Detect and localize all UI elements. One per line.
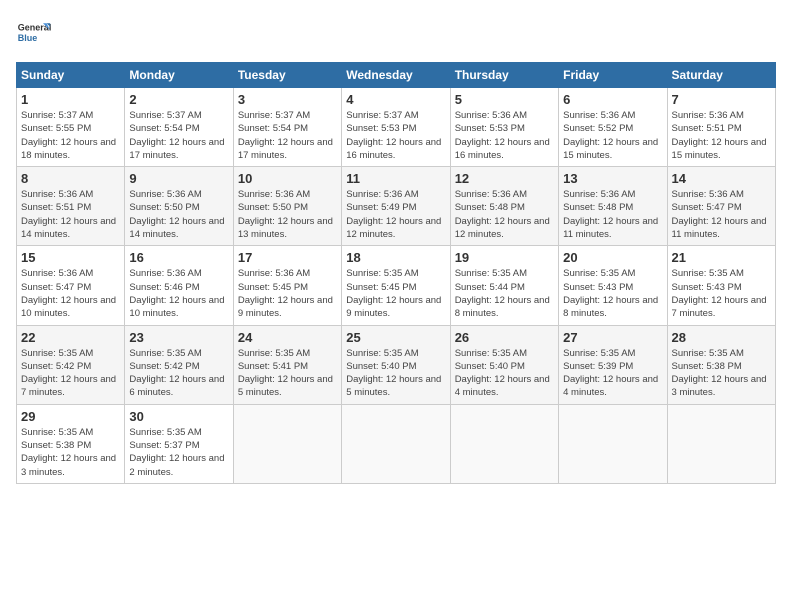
day-number: 24 bbox=[238, 330, 337, 345]
day-number: 27 bbox=[563, 330, 662, 345]
day-number: 10 bbox=[238, 171, 337, 186]
calendar-empty-cell bbox=[667, 404, 775, 483]
calendar-day-6: 6Sunrise: 5:36 AMSunset: 5:52 PMDaylight… bbox=[559, 88, 667, 167]
calendar-day-7: 7Sunrise: 5:36 AMSunset: 5:51 PMDaylight… bbox=[667, 88, 775, 167]
calendar-week-2: 8Sunrise: 5:36 AMSunset: 5:51 PMDaylight… bbox=[17, 167, 776, 246]
day-number: 7 bbox=[672, 92, 771, 107]
calendar-day-26: 26Sunrise: 5:35 AMSunset: 5:40 PMDayligh… bbox=[450, 325, 558, 404]
column-header-friday: Friday bbox=[559, 63, 667, 88]
svg-text:Blue: Blue bbox=[18, 33, 38, 43]
calendar-day-29: 29Sunrise: 5:35 AMSunset: 5:38 PMDayligh… bbox=[17, 404, 125, 483]
calendar-week-4: 22Sunrise: 5:35 AMSunset: 5:42 PMDayligh… bbox=[17, 325, 776, 404]
day-number: 8 bbox=[21, 171, 120, 186]
calendar-day-1: 1Sunrise: 5:37 AMSunset: 5:55 PMDaylight… bbox=[17, 88, 125, 167]
calendar-day-5: 5Sunrise: 5:36 AMSunset: 5:53 PMDaylight… bbox=[450, 88, 558, 167]
calendar-day-2: 2Sunrise: 5:37 AMSunset: 5:54 PMDaylight… bbox=[125, 88, 233, 167]
calendar-day-18: 18Sunrise: 5:35 AMSunset: 5:45 PMDayligh… bbox=[342, 246, 450, 325]
day-number: 4 bbox=[346, 92, 445, 107]
day-number: 23 bbox=[129, 330, 228, 345]
calendar-day-20: 20Sunrise: 5:35 AMSunset: 5:43 PMDayligh… bbox=[559, 246, 667, 325]
day-number: 15 bbox=[21, 250, 120, 265]
day-number: 30 bbox=[129, 409, 228, 424]
day-number: 19 bbox=[455, 250, 554, 265]
day-number: 9 bbox=[129, 171, 228, 186]
calendar-empty-cell bbox=[559, 404, 667, 483]
calendar-day-23: 23Sunrise: 5:35 AMSunset: 5:42 PMDayligh… bbox=[125, 325, 233, 404]
calendar-week-1: 1Sunrise: 5:37 AMSunset: 5:55 PMDaylight… bbox=[17, 88, 776, 167]
day-number: 28 bbox=[672, 330, 771, 345]
day-number: 17 bbox=[238, 250, 337, 265]
day-number: 3 bbox=[238, 92, 337, 107]
day-number: 13 bbox=[563, 171, 662, 186]
calendar-table: SundayMondayTuesdayWednesdayThursdayFrid… bbox=[16, 62, 776, 484]
day-number: 25 bbox=[346, 330, 445, 345]
day-number: 12 bbox=[455, 171, 554, 186]
day-number: 22 bbox=[21, 330, 120, 345]
column-header-wednesday: Wednesday bbox=[342, 63, 450, 88]
column-header-tuesday: Tuesday bbox=[233, 63, 341, 88]
calendar-empty-cell bbox=[450, 404, 558, 483]
calendar-day-22: 22Sunrise: 5:35 AMSunset: 5:42 PMDayligh… bbox=[17, 325, 125, 404]
logo-icon: General Blue bbox=[16, 16, 52, 52]
calendar-day-3: 3Sunrise: 5:37 AMSunset: 5:54 PMDaylight… bbox=[233, 88, 341, 167]
column-header-sunday: Sunday bbox=[17, 63, 125, 88]
calendar-day-27: 27Sunrise: 5:35 AMSunset: 5:39 PMDayligh… bbox=[559, 325, 667, 404]
day-number: 2 bbox=[129, 92, 228, 107]
day-number: 5 bbox=[455, 92, 554, 107]
day-number: 21 bbox=[672, 250, 771, 265]
day-number: 26 bbox=[455, 330, 554, 345]
day-number: 18 bbox=[346, 250, 445, 265]
day-number: 14 bbox=[672, 171, 771, 186]
calendar-empty-cell bbox=[233, 404, 341, 483]
day-number: 20 bbox=[563, 250, 662, 265]
column-header-saturday: Saturday bbox=[667, 63, 775, 88]
day-number: 29 bbox=[21, 409, 120, 424]
calendar-day-15: 15Sunrise: 5:36 AMSunset: 5:47 PMDayligh… bbox=[17, 246, 125, 325]
logo: General Blue bbox=[16, 16, 52, 52]
calendar-day-28: 28Sunrise: 5:35 AMSunset: 5:38 PMDayligh… bbox=[667, 325, 775, 404]
calendar-day-12: 12Sunrise: 5:36 AMSunset: 5:48 PMDayligh… bbox=[450, 167, 558, 246]
calendar-day-8: 8Sunrise: 5:36 AMSunset: 5:51 PMDaylight… bbox=[17, 167, 125, 246]
calendar-day-10: 10Sunrise: 5:36 AMSunset: 5:50 PMDayligh… bbox=[233, 167, 341, 246]
calendar-week-3: 15Sunrise: 5:36 AMSunset: 5:47 PMDayligh… bbox=[17, 246, 776, 325]
calendar-day-30: 30Sunrise: 5:35 AMSunset: 5:37 PMDayligh… bbox=[125, 404, 233, 483]
calendar-day-21: 21Sunrise: 5:35 AMSunset: 5:43 PMDayligh… bbox=[667, 246, 775, 325]
calendar-day-16: 16Sunrise: 5:36 AMSunset: 5:46 PMDayligh… bbox=[125, 246, 233, 325]
calendar-week-5: 29Sunrise: 5:35 AMSunset: 5:38 PMDayligh… bbox=[17, 404, 776, 483]
calendar-day-11: 11Sunrise: 5:36 AMSunset: 5:49 PMDayligh… bbox=[342, 167, 450, 246]
calendar-day-19: 19Sunrise: 5:35 AMSunset: 5:44 PMDayligh… bbox=[450, 246, 558, 325]
day-number: 1 bbox=[21, 92, 120, 107]
column-header-thursday: Thursday bbox=[450, 63, 558, 88]
calendar-day-17: 17Sunrise: 5:36 AMSunset: 5:45 PMDayligh… bbox=[233, 246, 341, 325]
column-header-monday: Monday bbox=[125, 63, 233, 88]
calendar-day-25: 25Sunrise: 5:35 AMSunset: 5:40 PMDayligh… bbox=[342, 325, 450, 404]
day-number: 6 bbox=[563, 92, 662, 107]
calendar-day-9: 9Sunrise: 5:36 AMSunset: 5:50 PMDaylight… bbox=[125, 167, 233, 246]
calendar-day-13: 13Sunrise: 5:36 AMSunset: 5:48 PMDayligh… bbox=[559, 167, 667, 246]
day-number: 16 bbox=[129, 250, 228, 265]
day-number: 11 bbox=[346, 171, 445, 186]
calendar-day-4: 4Sunrise: 5:37 AMSunset: 5:53 PMDaylight… bbox=[342, 88, 450, 167]
calendar-day-24: 24Sunrise: 5:35 AMSunset: 5:41 PMDayligh… bbox=[233, 325, 341, 404]
calendar-empty-cell bbox=[342, 404, 450, 483]
calendar-day-14: 14Sunrise: 5:36 AMSunset: 5:47 PMDayligh… bbox=[667, 167, 775, 246]
calendar-header-row: SundayMondayTuesdayWednesdayThursdayFrid… bbox=[17, 63, 776, 88]
page-header: General Blue bbox=[16, 16, 776, 52]
